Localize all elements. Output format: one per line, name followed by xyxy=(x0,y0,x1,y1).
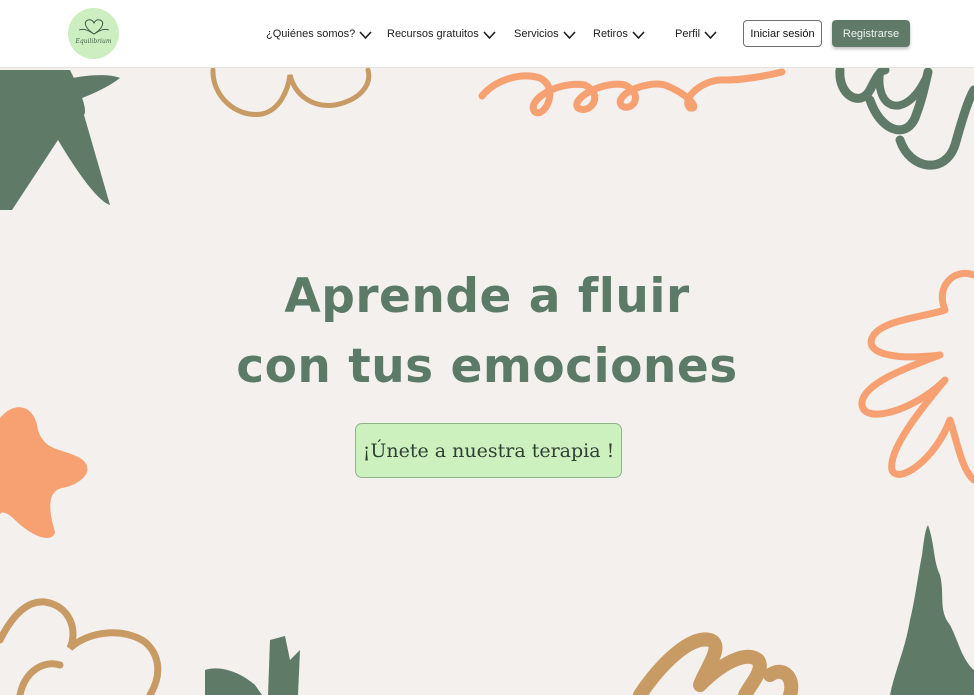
register-button[interactable]: Registrarse xyxy=(832,20,910,47)
nav-item-label: Retiros xyxy=(593,28,628,40)
chevron-down-icon xyxy=(359,30,372,39)
green-tree-shape xyxy=(890,525,974,695)
chevron-down-icon xyxy=(704,30,717,39)
orange-star-shape xyxy=(0,407,88,539)
tan-flower-shape xyxy=(16,660,64,695)
nav-item-servicios[interactable]: Servicios xyxy=(514,25,576,43)
chevron-down-icon xyxy=(563,30,576,39)
chevron-down-icon xyxy=(483,30,496,39)
hero-title-line-1: Aprende a fluir xyxy=(284,269,690,324)
nav-item-label: Servicios xyxy=(514,28,559,40)
hero-title: Aprende a fluir con tus emociones xyxy=(0,262,974,402)
login-button[interactable]: Iniciar sesión xyxy=(743,20,822,47)
nav-item-label: ¿Quiénes somos? xyxy=(266,28,356,40)
chevron-down-icon xyxy=(632,30,645,39)
green-loops-shape xyxy=(835,65,974,170)
hero-title-line-2: con tus emociones xyxy=(236,339,738,394)
join-therapy-button[interactable]: ¡Únete a nuestra terapia ! xyxy=(355,423,622,478)
tan-zigzag-shape xyxy=(633,632,799,695)
green-plant-shape xyxy=(205,668,262,695)
nav-item-perfil[interactable]: Perfil xyxy=(675,25,717,43)
green-plant-shape xyxy=(268,636,300,695)
nav-item-label: Recursos gratuitos xyxy=(387,28,479,40)
heart-hands-icon xyxy=(78,19,110,35)
nav-item-label: Perfil xyxy=(675,28,701,40)
logo[interactable]: Equilibrium xyxy=(68,8,119,59)
nav-item-recursos-gratuitos[interactable]: Recursos gratuitos xyxy=(387,25,496,43)
tan-loop-shape xyxy=(210,67,372,117)
nav-item-quienes-somos[interactable]: ¿Quiénes somos? xyxy=(266,25,372,43)
nav-item-retiros[interactable]: Retiros xyxy=(593,25,645,43)
orange-squiggle-shape xyxy=(478,68,786,117)
top-navbar: Equilibrium ¿Quiénes somos? Recursos gra… xyxy=(0,0,974,68)
logo-wordmark: Equilibrium xyxy=(75,38,112,45)
